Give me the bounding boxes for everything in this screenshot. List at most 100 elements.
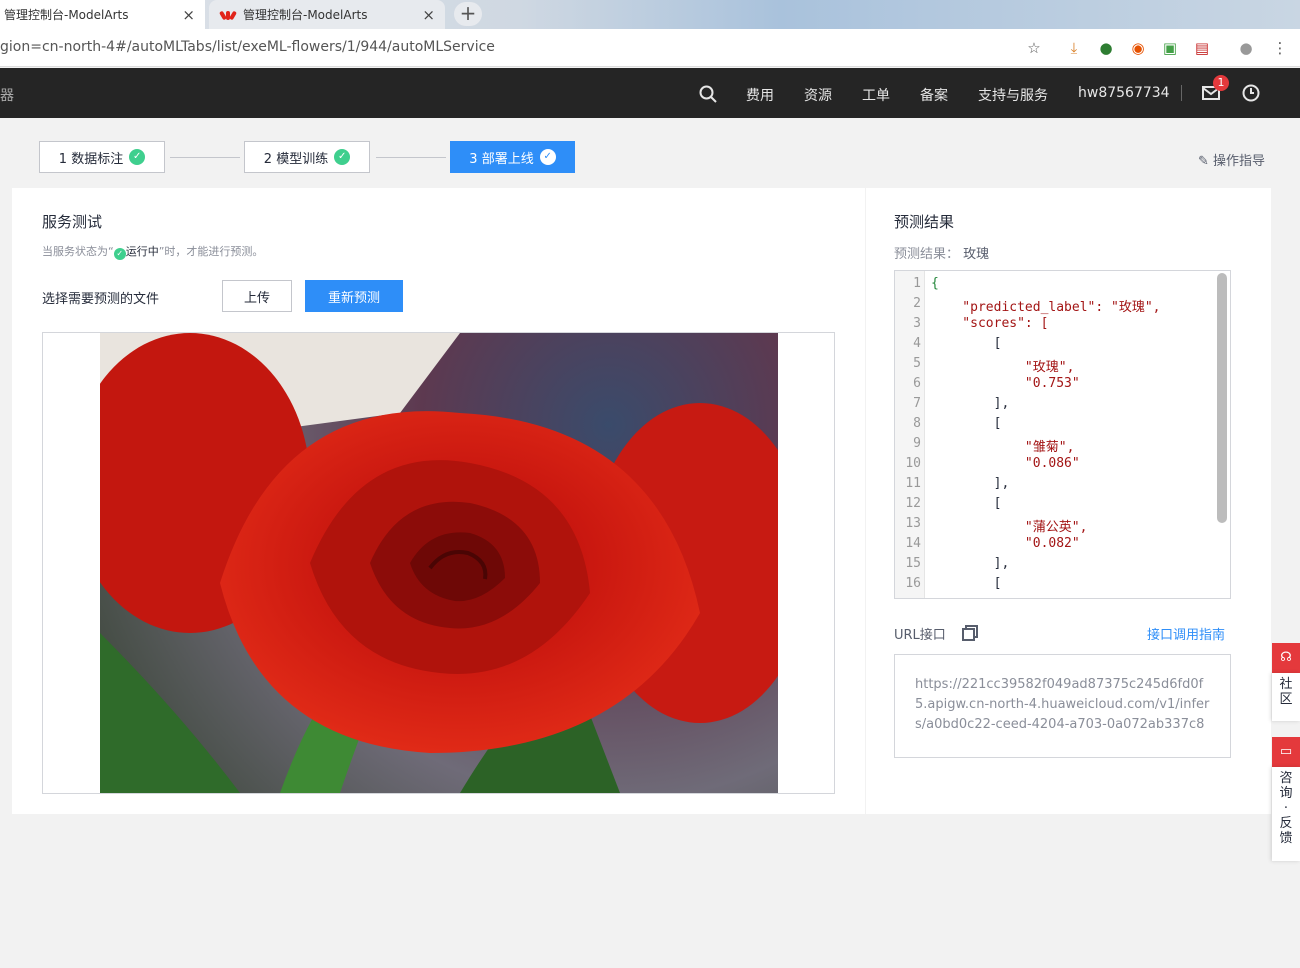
bookmark-star-icon[interactable]: ☆ <box>1024 38 1044 58</box>
code-line: ], <box>931 476 1010 491</box>
line-number: 1 <box>913 276 921 291</box>
code-line: ], <box>931 556 1010 571</box>
api-guide-link[interactable]: 接口调用指南 <box>1147 624 1225 643</box>
url-value-box: https://221cc39582f049ad87375c245d6fd0f5… <box>894 654 1231 758</box>
extension-clip-icon[interactable]: ▣ <box>1160 38 1180 58</box>
step-model-training[interactable]: 2 模型训练 ✓ <box>244 141 370 173</box>
line-number: 10 <box>905 456 921 471</box>
console-header: 器 费用 资源 工单 备案 支持与服务 hw87567734 <box>0 68 1300 118</box>
step-label: 1 数据标注 <box>58 151 124 167</box>
code-line: "0.753" <box>931 376 1080 391</box>
check-icon: ✓ <box>334 149 351 165</box>
code-line: "雏菊", <box>931 440 1075 455</box>
upload-button[interactable]: 上传 <box>222 280 292 312</box>
prediction-result: 预测结果： 玫瑰 <box>894 243 989 262</box>
line-number: 8 <box>913 416 921 431</box>
nav-support[interactable]: 支持与服务 <box>978 85 1048 105</box>
browser-tab-strip: 管理控制台-ModelArts × 管理控制台-ModelArts × + <box>0 0 1300 29</box>
nav-filing[interactable]: 备案 <box>920 85 948 105</box>
community-button[interactable]: 社区 <box>1272 673 1300 721</box>
feedback-button[interactable]: 咨询 · 反馈 <box>1272 767 1300 861</box>
line-number: 15 <box>905 556 921 571</box>
line-number: 14 <box>905 536 921 551</box>
code-line: [ <box>931 496 1002 511</box>
nav-divider <box>1181 85 1182 101</box>
user-account[interactable]: hw87567734 <box>1078 85 1170 101</box>
new-tab-button[interactable]: + <box>454 2 482 26</box>
check-icon: ✓ <box>113 248 126 260</box>
browser-tab-active[interactable]: 管理控制台-ModelArts × <box>0 0 205 29</box>
prediction-title: 预测结果 <box>894 213 955 231</box>
line-number: 5 <box>913 356 921 371</box>
code-line: { <box>931 276 939 291</box>
service-test-title: 服务测试 <box>42 213 103 231</box>
editor-scrollbar[interactable] <box>1217 273 1227 523</box>
header-left-fragment: 器 <box>0 88 14 104</box>
hint-status: 运行中 <box>125 245 159 258</box>
browser-menu-icon[interactable]: ⋮ <box>1270 38 1290 58</box>
code-line: ], <box>931 396 1010 411</box>
code-line: [ <box>931 576 1002 591</box>
nav-tickets[interactable]: 工单 <box>862 85 890 105</box>
result-label: 预测结果： <box>894 247 960 262</box>
code-line: [ <box>931 336 1002 351</box>
line-number: 3 <box>913 316 921 331</box>
status-hint: 当服务状态为“ ✓ 运行中”时，才能进行预测。 <box>42 243 263 260</box>
step-deploy[interactable]: 3 部署上线 ✓ <box>450 141 575 173</box>
close-tab-icon[interactable]: × <box>422 6 435 24</box>
close-tab-icon[interactable]: × <box>182 6 195 24</box>
step-label: 3 部署上线 <box>469 151 534 167</box>
line-number: 9 <box>913 436 921 451</box>
extension-globe-icon[interactable]: ● <box>1096 38 1116 58</box>
line-number: 16 <box>905 576 921 591</box>
step-connector <box>170 157 240 158</box>
nav-resources[interactable]: 资源 <box>804 85 832 105</box>
line-number: 7 <box>913 396 921 411</box>
code-line: "蒲公英", <box>931 520 1088 535</box>
step-label: 2 模型训练 <box>263 151 329 167</box>
check-icon: ✓ <box>129 149 146 165</box>
notification-badge: 1 <box>1213 75 1229 91</box>
download-icon[interactable]: ⤓ <box>1064 38 1084 58</box>
profile-avatar-icon[interactable]: ● <box>1236 38 1256 58</box>
line-number: 12 <box>905 496 921 511</box>
tab-title: 管理控制台-ModelArts <box>4 8 129 22</box>
line-number: 13 <box>905 516 921 531</box>
url-interface-label: URL接口 <box>894 628 946 643</box>
operation-guide-link[interactable]: ✎ 操作指导 <box>1198 150 1265 169</box>
code-line: "predicted_label": "玫瑰", <box>931 300 1161 315</box>
extension-bolt-icon[interactable]: ◉ <box>1128 38 1148 58</box>
edit-icon: ✎ <box>1198 154 1209 169</box>
check-icon: ✓ <box>539 149 556 165</box>
uploaded-rose-image <box>100 333 778 793</box>
code-line: [ <box>931 416 1002 431</box>
result-value: 玫瑰 <box>963 247 990 262</box>
search-icon[interactable] <box>699 85 717 103</box>
code-line: "玫瑰", <box>931 360 1075 375</box>
image-preview-box <box>42 332 835 794</box>
hint-suffix: ”时，才能进行预测。 <box>158 245 264 258</box>
browser-tab-inactive[interactable]: 管理控制台-ModelArts × <box>209 0 445 29</box>
code-line: "0.086" <box>931 456 1080 471</box>
line-number: 2 <box>913 296 921 311</box>
step-connector <box>376 157 446 158</box>
address-bar: gion=cn-north-4#/autoMLTabs/list/exeML-f… <box>0 29 1300 67</box>
feedback-chat-icon[interactable]: ▭ <box>1272 737 1300 767</box>
clock-icon[interactable] <box>1242 84 1260 102</box>
copy-icon[interactable] <box>962 625 978 641</box>
line-number: 4 <box>913 336 921 351</box>
json-result-editor[interactable]: 1 {2 "predicted_label": "玫瑰", 3 "scores": … <box>894 270 1231 599</box>
url-field[interactable]: gion=cn-north-4#/autoMLTabs/list/exeML-f… <box>0 39 495 55</box>
line-number: 6 <box>913 376 921 391</box>
extension-pdf-icon[interactable]: ▤ <box>1192 38 1212 58</box>
line-number: 11 <box>905 476 921 491</box>
tab-title: 管理控制台-ModelArts <box>243 8 368 22</box>
community-headset-icon[interactable]: ☊ <box>1272 643 1300 673</box>
guide-label: 操作指导 <box>1213 154 1266 169</box>
code-line: "scores": [ <box>931 316 1049 331</box>
step-data-labeling[interactable]: 1 数据标注 ✓ <box>39 141 165 173</box>
code-line: "0.082" <box>931 536 1080 551</box>
huawei-logo-icon <box>219 8 237 22</box>
nav-billing[interactable]: 费用 <box>746 85 774 105</box>
repredict-button[interactable]: 重新预测 <box>305 280 403 312</box>
